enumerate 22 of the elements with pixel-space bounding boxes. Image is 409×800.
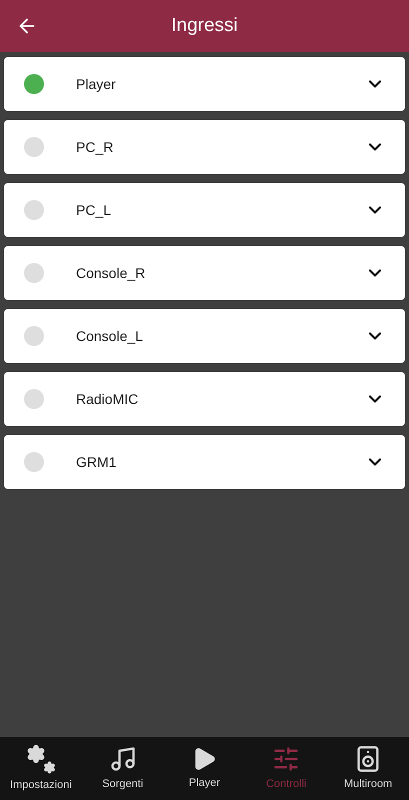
nav-tab[interactable]: Multiroom xyxy=(327,737,409,800)
input-name: Console_R xyxy=(76,264,146,283)
music-note-icon xyxy=(108,744,137,773)
input-name: Player xyxy=(76,74,116,94)
input-row[interactable]: PC_R xyxy=(4,120,405,174)
input-row[interactable]: RadioMIC xyxy=(4,372,405,426)
input-row[interactable]: Player xyxy=(4,57,405,111)
input-row[interactable]: GRM1 xyxy=(4,435,405,489)
input-name: GRM1 xyxy=(76,452,116,472)
input-row[interactable]: PC_L xyxy=(4,183,405,237)
nav-tab[interactable]: Player xyxy=(164,737,246,800)
input-name: PC_L xyxy=(76,200,112,220)
page-title: Ingressi xyxy=(171,14,238,38)
input-row[interactable]: Console_R xyxy=(4,246,405,300)
nav-tab[interactable]: Impostazioni xyxy=(0,737,82,800)
nav-tab[interactable]: Sorgenti xyxy=(82,737,164,800)
input-name: RadioMIC xyxy=(76,390,138,408)
gears-icon xyxy=(26,744,56,774)
sliders-icon xyxy=(272,744,300,773)
input-row[interactable]: Console_L xyxy=(4,309,405,363)
input-name: PC_R xyxy=(76,138,114,157)
input-name: Console_L xyxy=(76,326,143,346)
